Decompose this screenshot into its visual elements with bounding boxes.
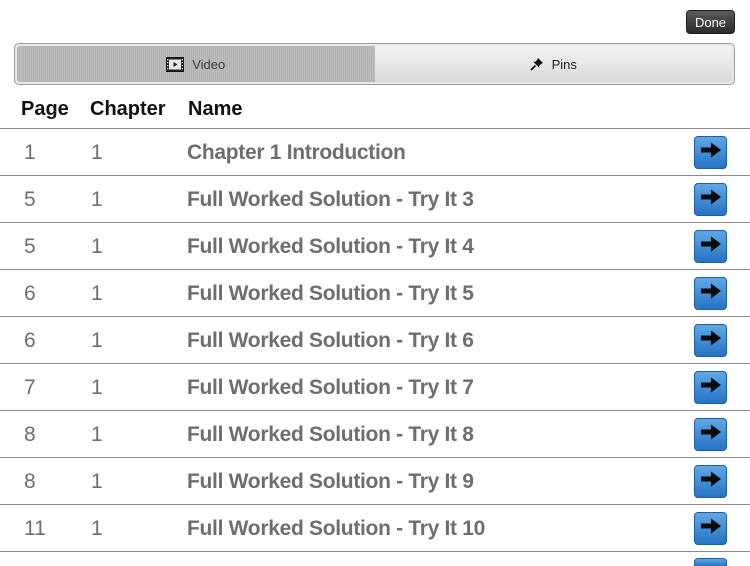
- table-row[interactable]: 11 1 Full Worked Solution - Try It 10: [0, 504, 750, 551]
- arrow-right-icon: [700, 235, 722, 259]
- column-header-chapter: Chapter: [90, 98, 166, 120]
- column-header-name: Name: [188, 98, 243, 120]
- row-page: 1: [24, 141, 36, 164]
- go-button[interactable]: [694, 558, 727, 566]
- tab-pins-label: Pins: [551, 56, 577, 72]
- row-chapter: 1: [91, 423, 103, 446]
- table-row[interactable]: 6 1 Full Worked Solution - Try It 6: [0, 316, 750, 363]
- tab-video[interactable]: Video: [17, 46, 375, 82]
- row-chapter: 1: [91, 376, 103, 399]
- go-button[interactable]: [694, 512, 727, 545]
- table-row[interactable]: 5 1 Full Worked Solution - Try It 3: [0, 175, 750, 222]
- arrow-right-icon: [700, 470, 722, 494]
- row-page: 5: [24, 188, 36, 211]
- row-chapter: 1: [91, 470, 103, 493]
- row-chapter: 1: [91, 517, 103, 540]
- table-row[interactable]: 8 1 Full Worked Solution - Try It 9: [0, 457, 750, 504]
- arrow-right-icon: [700, 329, 722, 353]
- row-page: 6: [24, 282, 36, 305]
- go-button[interactable]: [694, 183, 727, 216]
- row-name: Full Worked Solution - Try It 4: [187, 235, 474, 258]
- table-header: Page Chapter Name: [0, 96, 750, 126]
- row-chapter: 1: [91, 282, 103, 305]
- table-row[interactable]: 8 1 Full Worked Solution - Try It 8: [0, 410, 750, 457]
- row-page: 8: [24, 470, 36, 493]
- done-button[interactable]: Done: [686, 10, 735, 34]
- go-button[interactable]: [694, 371, 727, 404]
- table-row[interactable]: 5 1 Full Worked Solution - Try It 4: [0, 222, 750, 269]
- go-button[interactable]: [694, 418, 727, 451]
- row-page: 6: [24, 329, 36, 352]
- row-name: Full Worked Solution - Try It 7: [187, 376, 474, 399]
- row-chapter: 1: [91, 188, 103, 211]
- row-name: Full Worked Solution - Try It 5: [187, 282, 474, 305]
- row-name: Full Worked Solution - Try It 10: [187, 517, 486, 540]
- segmented-control: Video Pins: [14, 43, 735, 85]
- go-button[interactable]: [694, 230, 727, 263]
- row-name: Full Worked Solution - Try It 6: [187, 329, 474, 352]
- row-page: 5: [24, 235, 36, 258]
- row-page: 7: [24, 376, 36, 399]
- row-name: Full Worked Solution - Try It 9: [187, 470, 474, 493]
- arrow-right-icon: [700, 282, 722, 306]
- row-name: Full Worked Solution - Try It 3: [187, 188, 474, 211]
- row-name: Full Worked Solution - Try It 8: [187, 423, 474, 446]
- table-row[interactable]: 6 1 Full Worked Solution - Try It 5: [0, 269, 750, 316]
- video-icon: [166, 56, 185, 72]
- row-name: Chapter 1 Introduction: [187, 141, 406, 164]
- tab-video-label: Video: [192, 56, 226, 72]
- arrow-right-icon: [700, 517, 722, 541]
- pin-icon: [530, 57, 544, 71]
- arrow-right-icon: [700, 188, 722, 212]
- row-chapter: 1: [91, 141, 103, 164]
- table-row[interactable]: 1 1 Chapter 1 Introduction: [0, 128, 750, 175]
- column-header-page: Page: [21, 98, 69, 120]
- row-chapter: 1: [91, 329, 103, 352]
- arrow-right-icon: [700, 376, 722, 400]
- go-button[interactable]: [694, 136, 727, 169]
- go-button[interactable]: [694, 465, 727, 498]
- table-row[interactable]: 7 1 Full Worked Solution - Try It 7: [0, 363, 750, 410]
- row-chapter: 1: [91, 235, 103, 258]
- row-page: 8: [24, 423, 36, 446]
- row-page: 11: [24, 517, 46, 540]
- go-button[interactable]: [694, 277, 727, 310]
- tab-pins[interactable]: Pins: [374, 46, 732, 82]
- video-list: 1 1 Chapter 1 Introduction 5 1 Full Work…: [0, 128, 750, 551]
- go-button[interactable]: [694, 324, 727, 357]
- table-row-partial: [0, 551, 750, 566]
- arrow-right-icon: [700, 141, 722, 165]
- arrow-right-icon: [700, 423, 722, 447]
